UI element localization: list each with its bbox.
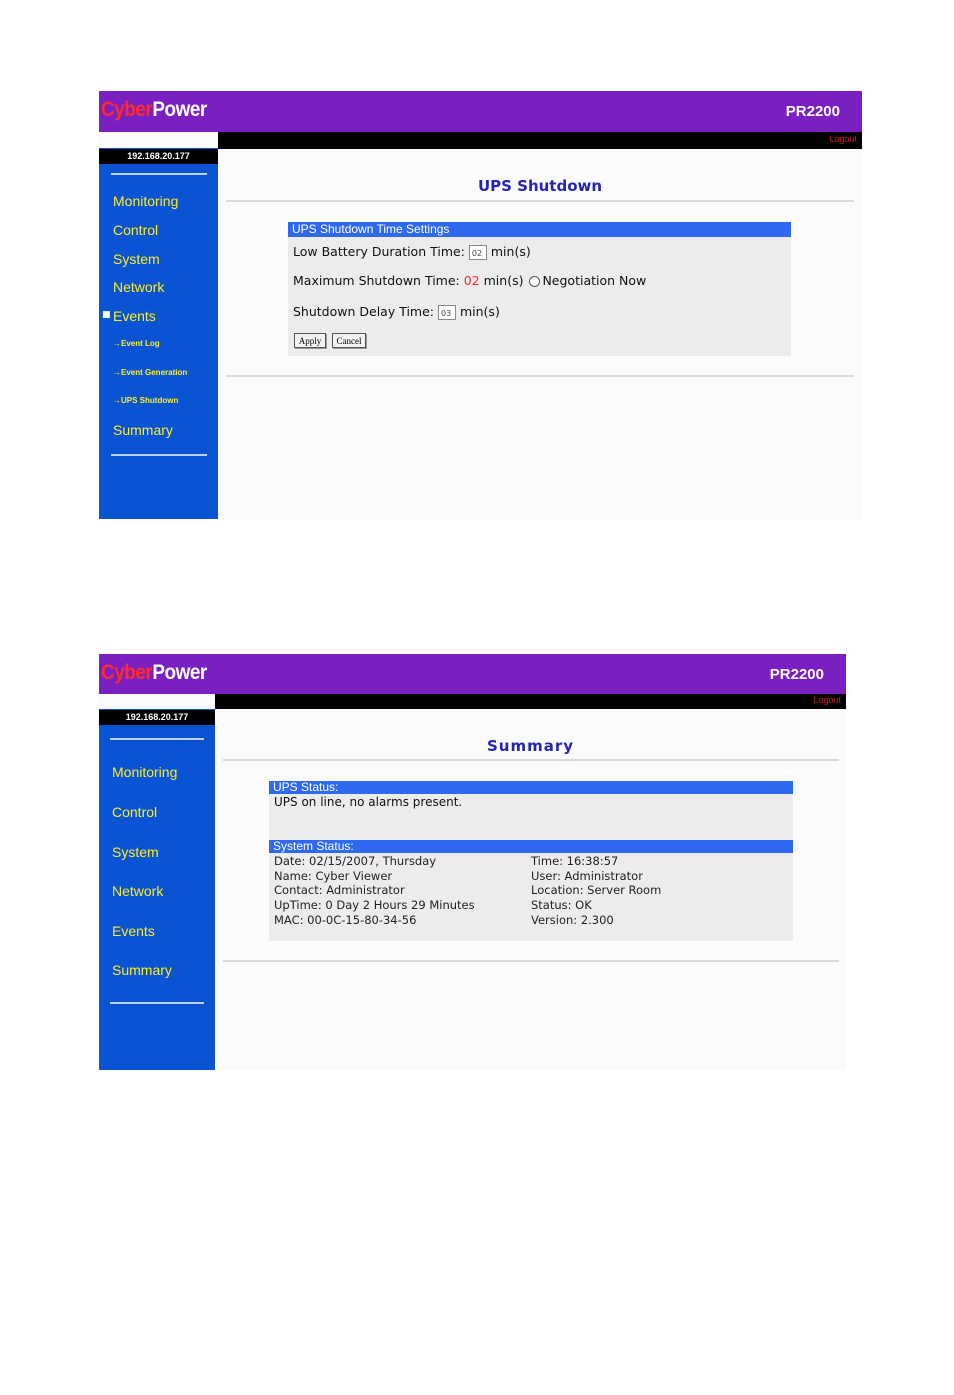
delay-row: Shutdown Delay Time: 03 min(s): [293, 304, 500, 320]
bottom-divider: [223, 960, 839, 962]
max-shutdown-value: 02: [463, 273, 480, 288]
max-shutdown-unit: min(s): [483, 273, 524, 288]
cyberpower-logo: CyberPower: [101, 98, 207, 121]
sidebar-item-summary[interactable]: Summary: [113, 422, 173, 438]
low-battery-unit: min(s): [490, 244, 531, 259]
negotiation-radio[interactable]: [529, 276, 541, 287]
cancel-button[interactable]: Cancel: [332, 333, 366, 348]
top-black-bar: Logout: [215, 694, 846, 709]
title-divider: [226, 200, 854, 202]
active-bullet-icon: ■: [102, 310, 111, 320]
sidebar-item-control[interactable]: Control: [113, 222, 158, 238]
sidebar-divider-bottom: [110, 1002, 204, 1004]
sidebar-divider-top: [111, 173, 207, 175]
apply-button[interactable]: Apply: [294, 333, 326, 348]
ups-status-panel: UPS Status: UPS on line, no alarms prese…: [269, 781, 793, 941]
negotiation-label: Negotiation Now: [542, 273, 647, 288]
sidebar-item-system[interactable]: System: [112, 844, 159, 860]
ip-address: 192.168.20.177: [99, 710, 215, 725]
cyberpower-logo: CyberPower: [101, 661, 207, 684]
delay-input[interactable]: 03: [438, 305, 456, 320]
model-name: PR2200: [785, 103, 840, 120]
delay-label: Shutdown Delay Time:: [293, 304, 435, 319]
sidebar-item-summary[interactable]: Summary: [112, 962, 172, 978]
logout-link[interactable]: Logout: [813, 695, 841, 705]
low-battery-label: Low Battery Duration Time:: [293, 244, 465, 259]
system-status-title: System Status:: [269, 840, 793, 853]
system-name: Name: Cyber Viewer: [274, 869, 393, 883]
sidebar-item-system[interactable]: System: [113, 251, 160, 267]
screenshot-ups-shutdown: CyberPower PR2200 Logout 192.168.20.177 …: [99, 91, 862, 519]
ups-status-text: UPS on line, no alarms present.: [274, 795, 463, 809]
sidebar-item-events[interactable]: Events: [113, 308, 156, 324]
sidebar-divider-bottom: [111, 454, 207, 456]
low-battery-input[interactable]: 02: [468, 245, 487, 260]
sidebar-item-events[interactable]: Events: [112, 923, 155, 939]
system-date: Date: 02/15/2007, Thursday: [274, 854, 437, 868]
ups-status-title: UPS Status:: [269, 781, 793, 794]
max-shutdown-row: Maximum Shutdown Time: 02 min(s) Negotia…: [293, 273, 646, 288]
bottom-divider: [226, 375, 854, 377]
sidebar-subitem-event-generation[interactable]: →Event Generation: [113, 368, 187, 377]
delay-unit: min(s): [459, 304, 500, 319]
header-bar: CyberPower PR2200: [99, 654, 846, 694]
panel-title: UPS Shutdown Time Settings: [288, 222, 791, 237]
model-name: PR2200: [769, 666, 824, 683]
sidebar-item-monitoring[interactable]: Monitoring: [112, 764, 177, 780]
top-black-bar: Logout: [218, 132, 862, 149]
shutdown-settings-panel: UPS Shutdown Time Settings Low Battery D…: [288, 222, 791, 356]
system-time: Time: 16:38:57: [531, 854, 619, 868]
system-uptime: UpTime: 0 Day 2 Hours 29 Minutes: [274, 898, 475, 912]
system-version: Version: 2.300: [531, 913, 614, 927]
system-user: User: Administrator: [531, 869, 643, 883]
low-battery-row: Low Battery Duration Time: 02 min(s): [293, 244, 531, 260]
title-divider: [223, 759, 839, 761]
system-status: Status: OK: [531, 898, 592, 912]
sidebar-subitem-event-log[interactable]: →Event Log: [113, 339, 160, 348]
logout-link[interactable]: Logout: [829, 134, 857, 144]
sidebar-item-monitoring[interactable]: Monitoring: [113, 193, 178, 209]
system-contact: Contact: Administrator: [274, 883, 405, 897]
sidebar-item-network[interactable]: Network: [112, 883, 163, 899]
system-location: Location: Server Room: [531, 883, 662, 897]
max-shutdown-label: Maximum Shutdown Time:: [293, 273, 460, 288]
sidebar-item-control[interactable]: Control: [112, 804, 157, 820]
page-title: Summary: [486, 737, 575, 755]
system-mac: MAC: 00-0C-15-80-34-56: [274, 913, 417, 927]
screenshot-summary: CyberPower PR2200 Logout 192.168.20.177 …: [99, 654, 846, 1070]
sidebar-subitem-ups-shutdown[interactable]: →UPS Shutdown: [113, 396, 178, 405]
ip-address: 192.168.20.177: [99, 149, 218, 164]
sidebar-divider-top: [110, 738, 204, 740]
sidebar-item-network[interactable]: Network: [113, 279, 164, 295]
page-title: UPS Shutdown: [477, 177, 603, 195]
header-bar: CyberPower PR2200: [99, 91, 862, 132]
